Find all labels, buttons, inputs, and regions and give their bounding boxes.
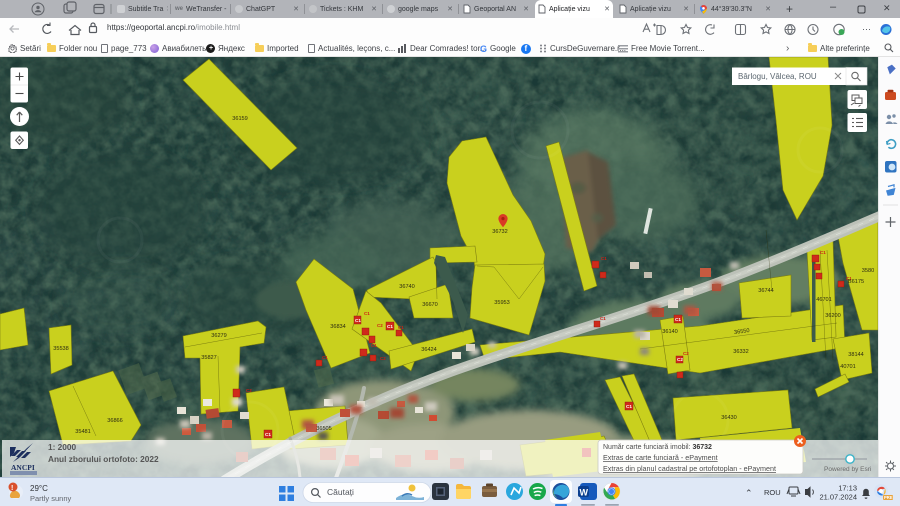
svg-text:35827: 35827 — [201, 355, 217, 361]
svg-text:35538: 35538 — [53, 346, 69, 352]
svg-text:Anul zborului ortofoto: 2022: Anul zborului ortofoto: 2022 — [48, 454, 159, 464]
svg-text:36424: 36424 — [421, 347, 437, 353]
svg-text:C2: C2 — [380, 356, 386, 361]
svg-text:Număr carte funciară imobil: 3: Număr carte funciară imobil: 36732 — [603, 444, 712, 451]
svg-text:C1: C1 — [626, 404, 632, 409]
svg-text:PRE: PRE — [884, 495, 893, 500]
svg-text:36332: 36332 — [733, 349, 749, 355]
svg-text:36834: 36834 — [330, 324, 346, 330]
svg-text:C1: C1 — [600, 316, 606, 321]
svg-text:ROU: ROU — [764, 488, 781, 497]
svg-text:36866: 36866 — [107, 418, 123, 424]
svg-text:17:13: 17:13 — [838, 484, 857, 493]
svg-text:C1: C1 — [675, 317, 681, 322]
svg-text:C2: C2 — [377, 323, 383, 328]
svg-text:46701: 46701 — [816, 297, 832, 303]
svg-text:21.07.2024: 21.07.2024 — [819, 493, 857, 502]
svg-text:C2: C2 — [677, 357, 683, 362]
svg-text:Bârlogu, Vâlcea, ROU: Bârlogu, Vâlcea, ROU — [738, 72, 817, 81]
svg-text:Extras din planul cadastral pe: Extras din planul cadastral pe ortofotop… — [603, 464, 776, 473]
svg-text:C1: C1 — [398, 325, 404, 330]
svg-text:⋯: ⋯ — [862, 24, 871, 34]
svg-text:Partly sunny: Partly sunny — [30, 494, 72, 503]
svg-text:38144: 38144 — [848, 352, 864, 358]
svg-text:Căutați: Căutați — [327, 487, 354, 497]
svg-text:⌃: ⌃ — [745, 488, 753, 498]
svg-text:W: W — [580, 488, 589, 498]
svg-text:36505: 36505 — [316, 426, 332, 432]
svg-text:C1: C1 — [601, 256, 607, 261]
svg-text:C1: C1 — [364, 311, 370, 316]
svg-text:29°C: 29°C — [30, 484, 48, 493]
svg-text:36744: 36744 — [758, 288, 774, 294]
svg-text:Powered by Esri: Powered by Esri — [824, 466, 871, 473]
svg-text:C1: C1 — [322, 355, 328, 360]
svg-text:36732: 36732 — [492, 229, 508, 235]
svg-text:40701: 40701 — [840, 364, 856, 370]
svg-text:C1: C1 — [371, 343, 377, 348]
svg-text:C1: C1 — [820, 250, 826, 255]
svg-text:C1: C1 — [387, 324, 393, 329]
svg-text:36159: 36159 — [232, 116, 248, 122]
svg-text:36200: 36200 — [825, 313, 841, 319]
svg-text:C2: C2 — [246, 388, 252, 393]
svg-text:36279: 36279 — [211, 333, 227, 339]
svg-text:Extras de carte funciară - ePa: Extras de carte funciară - ePayment — [603, 453, 718, 462]
svg-text:B6175: B6175 — [848, 279, 864, 285]
svg-text:35481: 35481 — [75, 429, 91, 435]
svg-text:36140: 36140 — [662, 329, 678, 335]
svg-text:!: ! — [11, 485, 13, 492]
svg-text:3580: 3580 — [862, 268, 874, 274]
svg-text:36740: 36740 — [399, 284, 415, 290]
svg-text:36670: 36670 — [422, 302, 438, 308]
svg-text:1: 2000: 1: 2000 — [48, 442, 77, 452]
svg-text:C1: C1 — [265, 432, 271, 437]
svg-text:35953: 35953 — [494, 300, 510, 306]
svg-text:C1: C1 — [355, 318, 361, 323]
svg-text:C2: C2 — [683, 351, 689, 356]
svg-text:ANCPI: ANCPI — [11, 463, 35, 472]
